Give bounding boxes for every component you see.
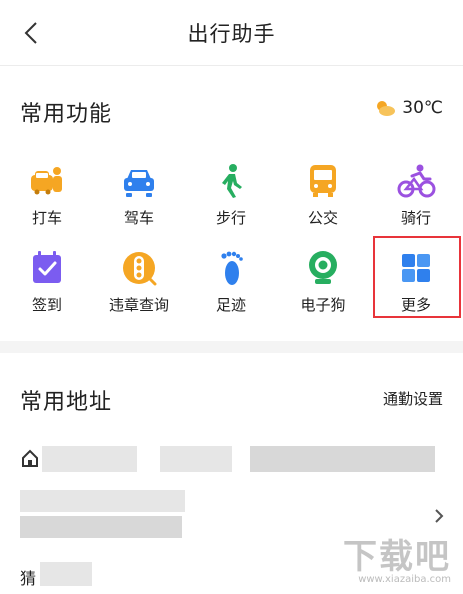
function-footprint[interactable]: 足迹 [186, 242, 276, 322]
grid-icon [402, 254, 430, 282]
commute-settings-link[interactable]: 通勤设置 [383, 388, 443, 409]
function-label: 驾车 [123, 209, 154, 227]
function-label: 步行 [215, 209, 246, 227]
function-label: 电子狗 [300, 296, 346, 314]
bus-icon [310, 165, 336, 197]
function-label: 骑行 [400, 209, 431, 227]
partly-sunny-icon [377, 101, 396, 116]
footprint-icon [221, 251, 243, 285]
function-taxi[interactable]: 打车 [2, 155, 92, 235]
obscured-text [42, 446, 137, 472]
addresses-section-title: 常用地址 [20, 390, 113, 415]
weather-widget[interactable]: 30℃ [374, 96, 443, 120]
function-more[interactable]: 更多 [371, 242, 461, 322]
traffic-light-icon [123, 252, 157, 286]
function-violation-query[interactable]: 违章查询 [94, 242, 184, 322]
watermark: 下载吧 www.xiazaiba.com [343, 540, 451, 586]
car-icon [124, 170, 154, 197]
function-cycling[interactable]: 骑行 [371, 155, 461, 235]
address-row-company[interactable] [0, 488, 463, 540]
bike-icon [397, 164, 436, 198]
checkin-icon [33, 251, 61, 283]
walk-icon [222, 164, 242, 198]
function-drive[interactable]: 驾车 [94, 155, 184, 235]
function-label: 足迹 [215, 296, 246, 314]
function-row-2: 签到 违章查询 足迹 电子狗 更多 [0, 242, 463, 322]
obscured-text [160, 446, 232, 472]
watermark-url: www.xiazaiba.com [358, 574, 451, 585]
function-label: 签到 [31, 296, 62, 314]
function-label: 违章查询 [108, 296, 169, 314]
taxi-icon [31, 167, 62, 195]
function-walk[interactable]: 步行 [186, 155, 276, 235]
camera-icon [309, 251, 337, 284]
function-checkin[interactable]: 签到 [2, 242, 92, 322]
function-label: 打车 [31, 209, 62, 227]
functions-section-title: 常用功能 [20, 102, 113, 127]
function-bus[interactable]: 公交 [278, 155, 368, 235]
section-divider [0, 341, 463, 353]
address-row-home[interactable] [0, 440, 463, 480]
guess-address-label: 猜 [20, 569, 37, 588]
obscured-text [20, 490, 185, 512]
top-bar: 出行助手 [0, 0, 463, 66]
obscured-text [40, 562, 92, 586]
page-title: 出行助手 [187, 22, 276, 46]
obscured-text [20, 516, 182, 538]
obscured-text [250, 446, 435, 472]
function-label: 更多 [400, 296, 431, 314]
home-icon [22, 449, 38, 467]
chevron-right-icon[interactable] [433, 508, 445, 524]
function-label: 公交 [307, 209, 338, 227]
function-speed-camera[interactable]: 电子狗 [278, 242, 368, 322]
watermark-text: 下载吧 [343, 537, 451, 577]
temperature-label: 30℃ [402, 98, 443, 118]
function-row-1: 打车 驾车 步行 公交 骑行 [0, 155, 463, 235]
